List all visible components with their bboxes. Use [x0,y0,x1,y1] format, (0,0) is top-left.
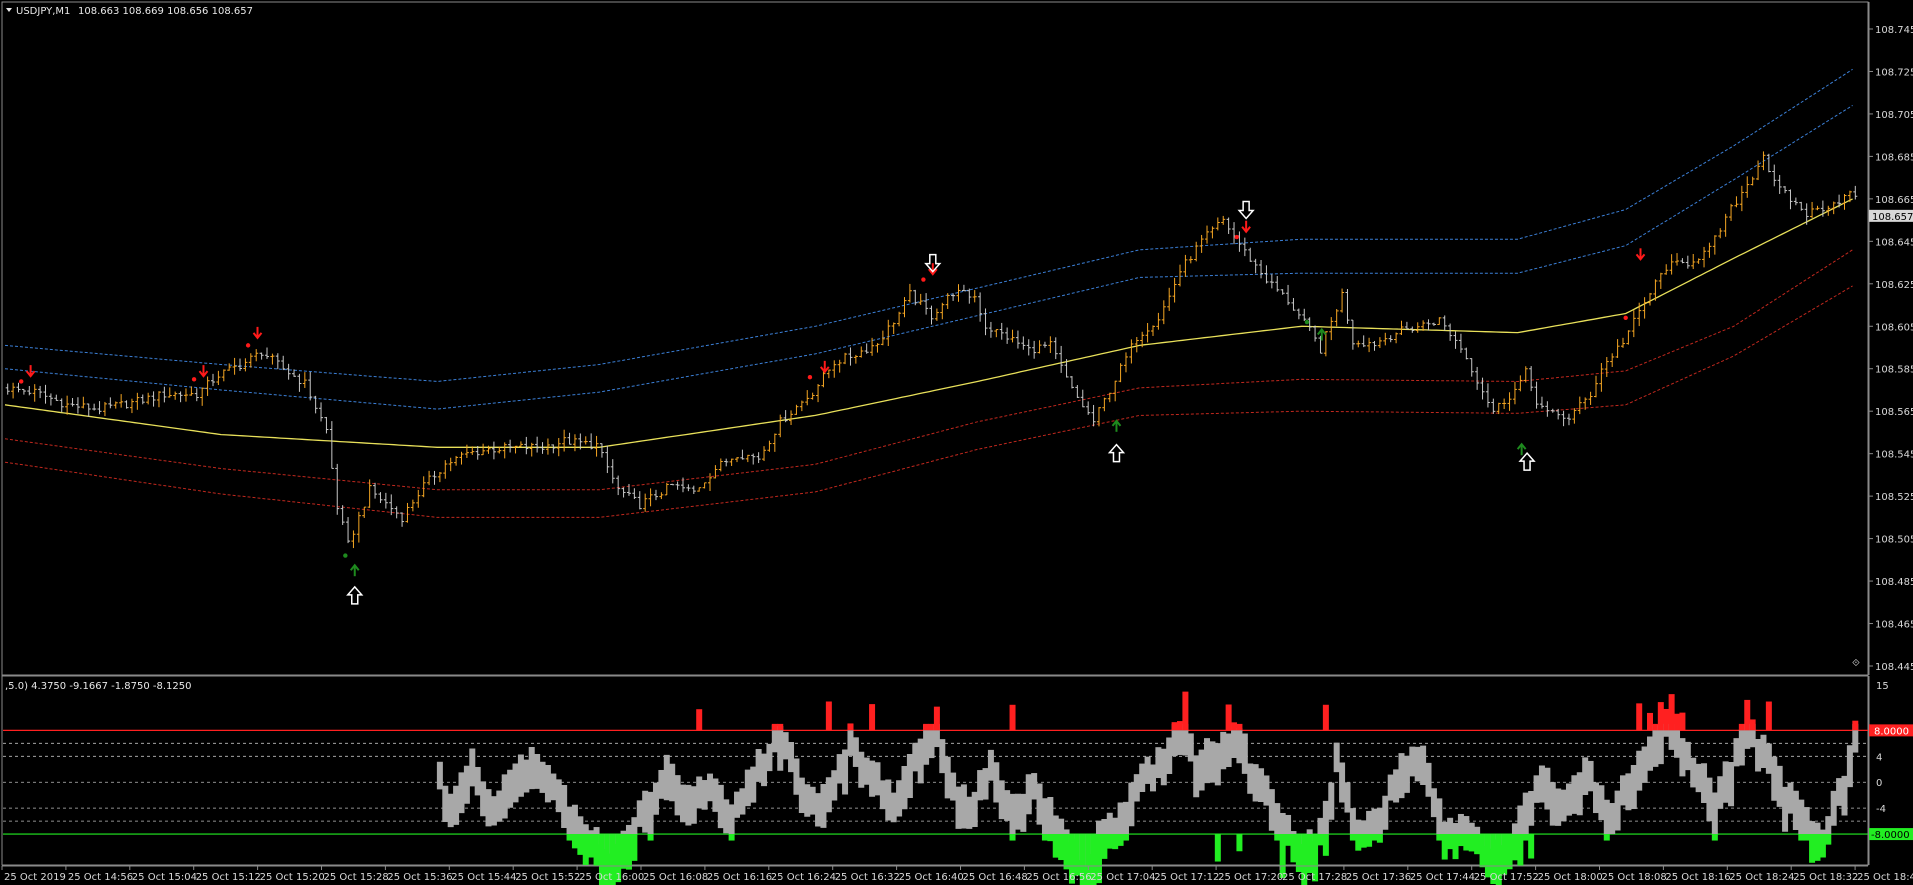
time-tick-label: 25 Oct 16:08 [643,872,708,883]
price-tick-label: 108.585 [1875,365,1913,376]
buy-dot [1304,319,1310,325]
price-tick-label: 108.525 [1875,492,1913,503]
time-tick-label: 25 Oct 15:04 [132,872,197,883]
time-tick-label: 25 Oct 17:52 [1474,872,1539,883]
price-tick-label: 108.445 [1875,662,1913,673]
price-tick-label: 108.625 [1875,280,1913,291]
time-tick-label: 25 Oct 15:12 [196,872,261,883]
buy-dot [343,553,348,558]
ohlc-readout: 108.663 108.669 108.656 108.657 [78,6,253,17]
price-tick-label: 108.745 [1875,25,1913,36]
mt4-chart-window[interactable]: USDJPY,M1 108.663 108.669 108.656 108.65… [0,0,1913,885]
time-tick-label: 25 Oct 16:48 [963,872,1028,883]
price-tick-label: 108.465 [1875,620,1913,631]
time-tick-label: 25 Oct 15:28 [324,872,389,883]
time-tick-label: 25 Oct 16:16 [707,872,772,883]
upper-level-badge-label: 8.0000 [1874,726,1909,737]
sell-dot [1234,234,1239,240]
sell-dot [19,379,24,384]
time-tick-label: 25 Oct 17:44 [1410,872,1475,883]
price-tick-label: 108.605 [1875,322,1913,333]
time-tick-label: 25 Oct 17:20 [1218,872,1283,883]
sell-dot [1623,315,1628,320]
current-price-label: 108.657 [1872,212,1913,223]
sell-dot [807,375,813,380]
price-tick-label: 108.565 [1875,407,1913,418]
symbol-header: USDJPY,M1 108.663 108.669 108.656 108.65… [6,6,253,17]
time-tick-label: 25 Oct 17:12 [1154,872,1219,883]
time-tick-label: 25 Oct 16:24 [771,872,836,883]
price-tick-label: 108.725 [1875,67,1913,78]
price-tick-label: 108.485 [1875,577,1913,588]
indicator-header: ,5.0) 4.3750 -9.1667 -1.8750 -8.1250 [5,681,191,692]
time-tick-label: 25 Oct 18:08 [1602,872,1667,883]
price-tick-label: 108.545 [1875,450,1913,461]
symbol-label: USDJPY,M1 [16,6,70,17]
lower-level-badge-label: -8.0000 [1871,830,1910,841]
chart-background [0,0,1913,885]
time-tick-label: 25 Oct 16:40 [899,872,964,883]
time-tick-label: 25 Oct 17:28 [1282,872,1347,883]
price-tick-label: 108.705 [1875,110,1913,121]
price-tick-label: 108.645 [1875,237,1913,248]
sell-dot [921,277,926,282]
time-tick-label: 25 Oct 16:56 [1026,872,1091,883]
sell-dot [245,343,251,348]
time-tick-label: 25 Oct 2019 [4,872,66,883]
chart-shift-icon[interactable]: ⟐ [1852,658,1860,669]
current-price-badge: 108.657 [1869,209,1913,223]
indicator-tick-label: 4 [1876,752,1882,763]
time-tick-label: 25 Oct 18:16 [1665,872,1730,883]
time-tick-label: 25 Oct 15:20 [260,872,325,883]
time-tick-label: 25 Oct 15:52 [515,872,580,883]
price-tick-label: 108.685 [1875,152,1913,163]
time-tick-label: 25 Oct 15:44 [451,872,516,883]
time-tick-label: 25 Oct 17:04 [1090,872,1155,883]
time-tick-label: 25 Oct 17:36 [1346,872,1411,883]
time-tick-label: 25 Oct 18:24 [1729,872,1794,883]
sell-dot [191,377,197,382]
indicator-tick-label: 15 [1876,681,1889,692]
time-tick-label: 25 Oct 14:56 [68,872,133,883]
time-tick-label: 25 Oct 18:32 [1793,872,1858,883]
time-tick-label: 25 Oct 15:36 [387,872,452,883]
time-tick-label: 25 Oct 16:32 [835,872,900,883]
time-tick-label: 25 Oct 16:00 [579,872,644,883]
time-tick-label: 25 Oct 18:00 [1538,872,1603,883]
indicator-tick-label: 0 [1876,778,1882,789]
price-tick-label: 108.665 [1875,195,1913,206]
indicator-tick-label: -4 [1876,804,1886,815]
time-tick-label: 25 Oct 18:40 [1857,872,1913,883]
price-tick-label: 108.505 [1875,535,1913,546]
